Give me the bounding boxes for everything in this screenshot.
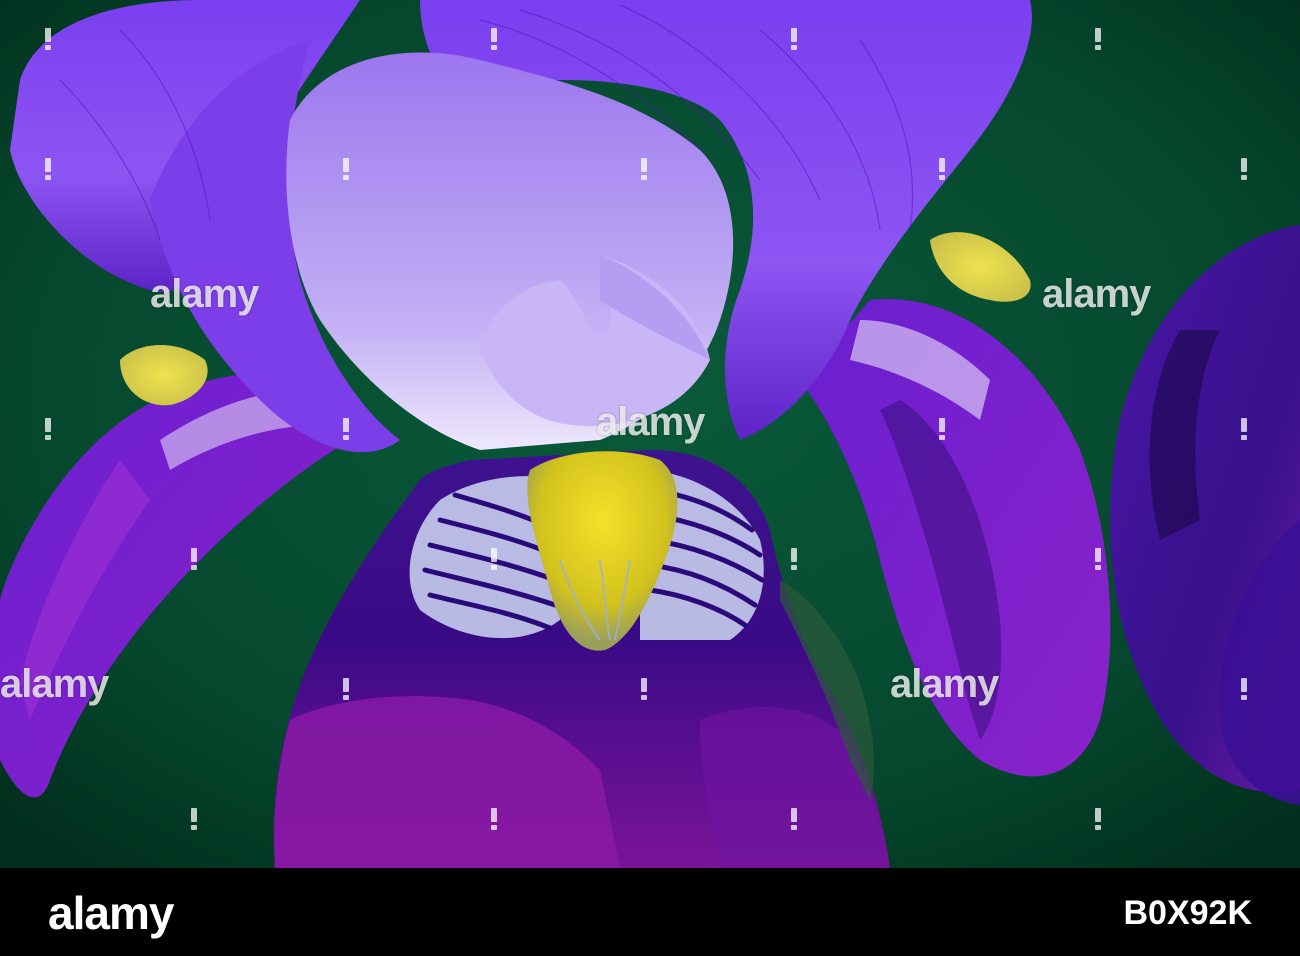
- watermark-text: alamy: [890, 662, 999, 706]
- stock-photo-frame: alamy alamy alamy alamy alamy alamy B0X9…: [0, 0, 1300, 956]
- watermark-text: alamy: [0, 662, 109, 706]
- watermark-text: alamy: [1042, 272, 1151, 316]
- stock-footer-bar: alamy B0X92K: [0, 868, 1300, 956]
- image-id: B0X92K: [1123, 894, 1252, 932]
- watermark-text: alamy: [150, 272, 259, 316]
- alamy-logo: alamy: [48, 887, 174, 939]
- watermark-text: alamy: [596, 400, 705, 444]
